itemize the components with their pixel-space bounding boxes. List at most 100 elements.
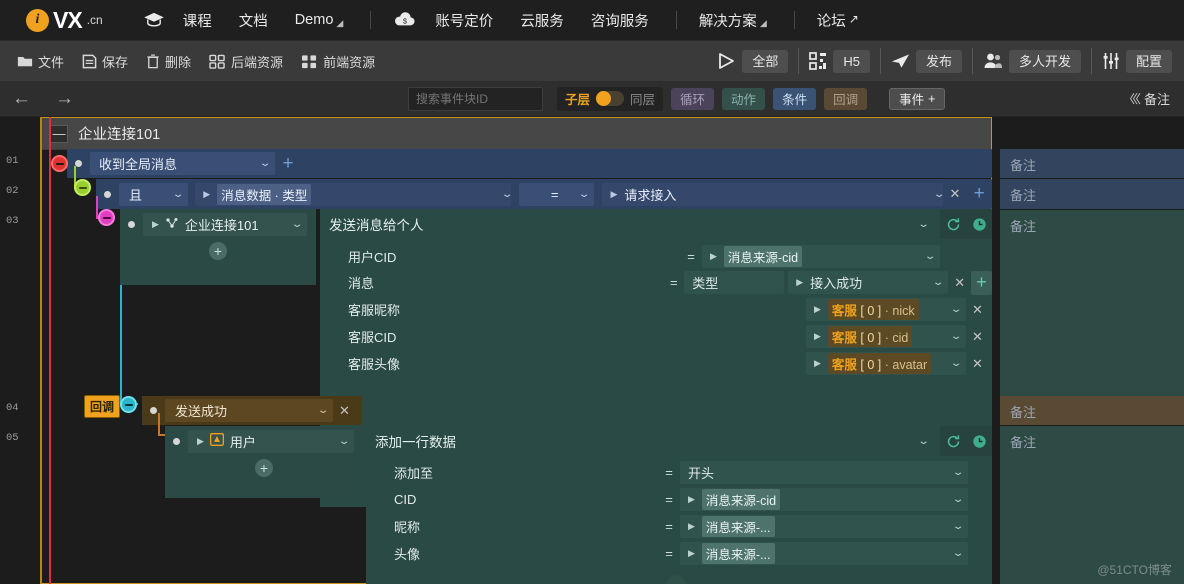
layer-scope-toggle[interactable]: 子层 同层 bbox=[557, 86, 664, 111]
nav-item-forum[interactable]: 论坛 ↗ bbox=[817, 10, 859, 31]
param-subfield-key-label: 类型 bbox=[692, 276, 719, 291]
clock-icon[interactable] bbox=[966, 209, 992, 239]
add-nested-action-button[interactable]: + bbox=[255, 459, 273, 477]
sliders-icon[interactable] bbox=[1102, 52, 1120, 70]
param-value-pill: 消息来源-cid bbox=[723, 245, 803, 267]
memo-sidebar: 备注 备注 备注 备注 备注 bbox=[992, 117, 1184, 584]
callback-select[interactable]: 发送成功 ⌄ bbox=[165, 399, 333, 422]
action-target-column: ▶ 企业连接101 ⌄ + bbox=[120, 209, 316, 285]
param-value-field[interactable]: ▶ 消息来源-... ⌄ bbox=[680, 542, 968, 565]
add-action-button[interactable]: + bbox=[209, 242, 227, 260]
param-value-field[interactable]: ▶ 客服 [ 0 ] · cid ⌄ bbox=[806, 325, 966, 348]
condition-variable-field[interactable]: ▶ 消息数据 · 类型 ⌄ bbox=[195, 182, 513, 206]
remove-callback-button[interactable]: ✕ bbox=[333, 403, 356, 419]
chevron-down-icon: ⌄ bbox=[951, 521, 965, 532]
param-subfield-key[interactable]: 类型 bbox=[684, 271, 785, 294]
row-number: 04 bbox=[6, 402, 19, 414]
toolbar-frontend-resources-button[interactable]: 前端资源 bbox=[292, 46, 384, 76]
arrow-right-icon[interactable]: → bbox=[55, 89, 74, 108]
multiuser-dev-button[interactable]: 多人开发 bbox=[1008, 49, 1081, 73]
remove-param-button[interactable]: ✕ bbox=[966, 329, 989, 345]
send-icon[interactable] bbox=[891, 52, 910, 70]
event-node-knob[interactable] bbox=[51, 155, 68, 172]
param-value-field[interactable]: ▶ 客服 [ 0 ] · nick ⌄ bbox=[806, 298, 966, 321]
event-block-title: 企业连接101 bbox=[78, 127, 161, 143]
remove-param-button[interactable]: ✕ bbox=[948, 275, 971, 291]
nav-divider bbox=[793, 11, 795, 29]
arrow-left-icon[interactable]: ← bbox=[12, 89, 31, 108]
chevron-down-icon[interactable]: ⌄ bbox=[917, 219, 945, 230]
param-value-field[interactable]: ▶ 消息来源-cid ⌄ bbox=[702, 244, 940, 268]
condition-node-knob[interactable] bbox=[74, 179, 91, 196]
action-target-select[interactable]: ▶ 企业连接101 ⌄ bbox=[143, 212, 307, 236]
toolbar-delete-button[interactable]: 删除 bbox=[137, 46, 200, 76]
memo-card[interactable]: 备注 bbox=[1000, 179, 1184, 209]
nav-item-docs[interactable]: 文档 bbox=[239, 10, 268, 31]
chevron-down-icon[interactable]: ⌄ bbox=[917, 436, 945, 447]
event-select[interactable]: 收到全局消息 ⌄ bbox=[90, 152, 275, 175]
toolbar-save-button[interactable]: 保存 bbox=[73, 46, 137, 76]
memo-card[interactable]: 备注 bbox=[1000, 210, 1184, 400]
run-all-button[interactable]: 全部 bbox=[742, 49, 789, 73]
config-button[interactable]: 配置 bbox=[1125, 49, 1172, 73]
nested-action-target-select[interactable]: ▶ 用户 ⌄ bbox=[188, 429, 354, 453]
toolbar-file-button[interactable]: 文件 bbox=[8, 46, 73, 76]
filter-chip-action[interactable]: 动作 bbox=[722, 87, 766, 110]
toolbar-backend-resources-button[interactable]: 后端资源 bbox=[200, 46, 292, 76]
brand-name: VX bbox=[53, 6, 83, 33]
add-param-button[interactable]: + bbox=[971, 270, 992, 295]
param-label: 用户CID bbox=[348, 249, 397, 265]
brand-logo[interactable]: i VX .cn bbox=[26, 7, 103, 34]
remove-condition-button[interactable]: ✕ bbox=[943, 186, 966, 202]
qrcode-icon[interactable] bbox=[809, 52, 827, 70]
comparison-operator-value: = bbox=[550, 186, 559, 202]
row-number: 02 bbox=[6, 185, 19, 197]
memo-panel-toggle[interactable]: 〈〈〈 备注 bbox=[1123, 89, 1170, 108]
param-row: 昵称 = ▶ 消息来源-... ⌄ bbox=[366, 513, 992, 540]
param-value-field[interactable]: ▶ 消息来源-... ⌄ bbox=[680, 515, 968, 538]
condition-variable-pill: 消息数据 · 类型 bbox=[217, 183, 312, 205]
nav-item-label: 云服务 bbox=[520, 13, 564, 30]
row-number: 05 bbox=[6, 432, 19, 444]
flow-canvas: — 企业连接101 01 02 03 04 05 · 收到全局消息 ⌄ + 且 … bbox=[0, 117, 1184, 584]
param-value-field[interactable]: 开头 ⌄ bbox=[680, 461, 968, 484]
nav-item-courses[interactable]: 课程 bbox=[183, 10, 212, 31]
play-icon[interactable] bbox=[716, 52, 736, 70]
collapse-button[interactable]: — bbox=[50, 124, 68, 143]
memo-card[interactable]: 备注 bbox=[1000, 149, 1184, 178]
nav-item-label: 论坛 bbox=[816, 13, 846, 30]
action-node-knob[interactable] bbox=[98, 209, 115, 226]
toggle-switch[interactable] bbox=[596, 91, 625, 106]
nav-item-consulting[interactable]: 咨询服务 bbox=[591, 10, 649, 31]
condition-value-field[interactable]: ▶ 请求接入 ⌄ bbox=[602, 182, 946, 206]
param-value-field[interactable]: ▶ 客服 [ 0 ] · avatar ⌄ bbox=[806, 352, 966, 375]
param-value-field[interactable]: ▶ 消息来源-cid ⌄ bbox=[680, 488, 968, 511]
add-condition-button[interactable]: + bbox=[966, 180, 992, 209]
chevron-down-icon: ⌄ bbox=[932, 188, 946, 200]
h5-preview-button[interactable]: H5 bbox=[833, 49, 870, 73]
nav-item-demo[interactable]: Demo ◢ bbox=[295, 12, 344, 28]
filter-chip-callback[interactable]: 回调 bbox=[824, 87, 868, 110]
callback-node-knob[interactable] bbox=[120, 396, 137, 413]
param-row: 头像 = ▶ 消息来源-... ⌄ bbox=[366, 540, 992, 567]
users-icon[interactable] bbox=[983, 52, 1003, 70]
remove-param-button[interactable]: ✕ bbox=[966, 356, 989, 372]
remove-param-button[interactable]: ✕ bbox=[966, 302, 989, 318]
nav-item-solutions[interactable]: 解决方案 ◢ bbox=[699, 10, 767, 31]
comparison-operator-select[interactable]: = ⌄ bbox=[519, 182, 595, 206]
add-condition-button[interactable]: + bbox=[275, 149, 301, 178]
filter-chip-loop[interactable]: 循环 bbox=[671, 87, 715, 110]
clock-icon[interactable] bbox=[966, 426, 992, 456]
chevron-down-icon: ⌄ bbox=[949, 331, 963, 342]
search-input[interactable] bbox=[408, 86, 543, 111]
filter-chip-condition[interactable]: 条件 bbox=[773, 87, 817, 110]
nav-item-pricing[interactable]: 账号定价 bbox=[435, 10, 493, 31]
publish-button[interactable]: 发布 bbox=[915, 49, 962, 73]
param-label: CID bbox=[394, 492, 417, 507]
param-subfield-value[interactable]: ▶ 接入成功 ⌄ bbox=[788, 271, 949, 294]
add-event-button[interactable]: 事件 + bbox=[889, 87, 946, 110]
equals-sign: = bbox=[687, 248, 695, 264]
logic-operator-select[interactable]: 且 ⌄ bbox=[119, 182, 189, 206]
memo-card[interactable]: 备注 bbox=[1000, 396, 1184, 425]
nav-item-cloud-services[interactable]: 云服务 bbox=[520, 10, 564, 31]
